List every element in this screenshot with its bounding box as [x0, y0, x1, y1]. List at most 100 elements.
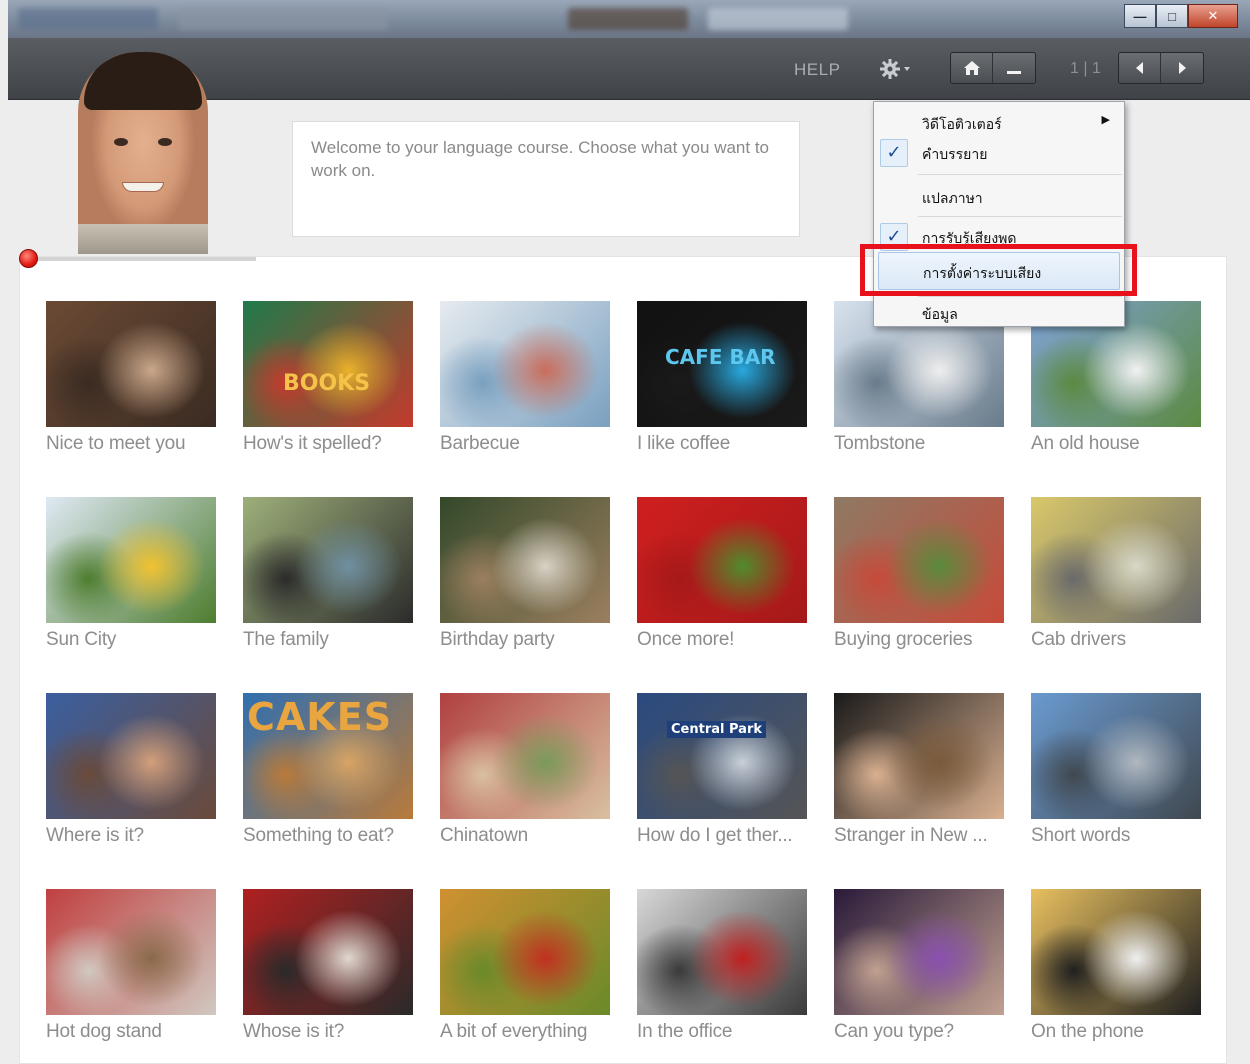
maximize-window-button[interactable]: □ [1156, 4, 1188, 28]
lesson-thumbnail[interactable] [46, 301, 216, 427]
lesson-thumbnail[interactable] [834, 497, 1004, 623]
lesson-tile[interactable]: On the phone [1031, 889, 1211, 1054]
lesson-title: Stranger in New ... [834, 825, 988, 846]
lesson-title: Birthday party [440, 629, 555, 650]
lesson-tile[interactable]: Once more! [637, 497, 817, 662]
progress-marker[interactable] [19, 249, 38, 268]
lesson-thumbnail[interactable] [46, 693, 216, 819]
lesson-title: Cab drivers [1031, 629, 1126, 650]
home-icon [963, 61, 980, 75]
lesson-tile[interactable]: Sun City [46, 497, 226, 662]
progress-track [22, 257, 256, 261]
help-link[interactable]: HELP [794, 60, 840, 80]
lesson-title: Can you type? [834, 1021, 954, 1042]
lesson-title: Tombstone [834, 433, 926, 454]
gear-icon [880, 59, 910, 79]
lesson-thumbnail[interactable] [243, 497, 413, 623]
lesson-tile[interactable]: In the office [637, 889, 817, 1054]
lesson-tile[interactable]: Barbecue [440, 301, 620, 466]
lesson-tile[interactable]: Where is it? [46, 693, 226, 858]
lesson-tile[interactable]: Chinatown [440, 693, 620, 858]
lesson-thumbnail[interactable] [834, 889, 1004, 1015]
thumbnail-sign-text: BOOKS [283, 371, 371, 396]
lesson-tile[interactable]: Central Park How do I get ther... [637, 693, 817, 858]
lesson-tile[interactable]: BOOKS How's it spelled? [243, 301, 423, 466]
lesson-title: On the phone [1031, 1021, 1144, 1042]
previous-button[interactable] [1119, 53, 1161, 83]
menu-item-translation[interactable]: แปลภาษา [874, 178, 1124, 216]
close-window-button[interactable]: ✕ [1188, 4, 1238, 28]
lesson-tile[interactable]: Birthday party [440, 497, 620, 662]
lesson-thumbnail[interactable]: CAFE BAR [637, 301, 807, 427]
lesson-thumbnail[interactable] [440, 693, 610, 819]
lesson-tile[interactable]: Stranger in New ... [834, 693, 1014, 858]
lesson-thumbnail[interactable]: Central Park [637, 693, 807, 819]
submenu-arrow-icon: ▶ [1101, 113, 1110, 126]
lesson-thumbnail[interactable] [1031, 889, 1201, 1015]
checkmark-icon: ✓ [880, 139, 908, 167]
page-indicator: 1 | 1 [1070, 60, 1101, 77]
lesson-title: How do I get ther... [637, 825, 793, 846]
lesson-title: Where is it? [46, 825, 144, 846]
lesson-title: Barbecue [440, 433, 520, 454]
window-titlebar: — □ ✕ [8, 0, 1250, 38]
lesson-tile[interactable]: Hot dog stand [46, 889, 226, 1054]
menu-item-label: คำบรรยาย [922, 147, 988, 163]
menu-item-label: ข้อมูล [922, 307, 958, 323]
menu-divider [918, 216, 1122, 217]
lesson-title: Hot dog stand [46, 1021, 162, 1042]
welcome-message: Welcome to your language course. Choose … [292, 121, 800, 237]
lesson-thumbnail[interactable]: CAKES [243, 693, 413, 819]
lesson-tile[interactable]: Nice to meet you [46, 301, 226, 466]
lesson-thumbnail[interactable] [440, 301, 610, 427]
lesson-title: The family [243, 629, 329, 650]
lesson-tile[interactable]: Short words [1031, 693, 1211, 858]
next-button[interactable] [1161, 53, 1203, 83]
thumbnail-sign-text: CAKES [247, 695, 393, 739]
settings-menu-button[interactable] [876, 55, 916, 83]
minimize-window-button[interactable]: — [1124, 4, 1156, 28]
menu-item-subtitles[interactable]: ✓ คำบรรยาย [874, 134, 1124, 172]
lesson-thumbnail[interactable] [637, 889, 807, 1015]
menu-item-label: วิดีโอติวเตอร์ [922, 117, 1002, 133]
lesson-thumbnail[interactable] [637, 497, 807, 623]
arrow-left-icon [1135, 62, 1143, 74]
lesson-title: Chinatown [440, 825, 528, 846]
lesson-title: A bit of everything [440, 1021, 588, 1042]
narrator-portrait [78, 52, 208, 254]
thumbnail-sign-text: CAFE BAR [665, 345, 776, 369]
lesson-title: An old house [1031, 433, 1140, 454]
lesson-tile[interactable]: CAKES Something to eat? [243, 693, 423, 858]
lesson-title: Something to eat? [243, 825, 394, 846]
lesson-tile[interactable]: Cab drivers [1031, 497, 1211, 662]
lesson-thumbnail[interactable] [440, 497, 610, 623]
home-button[interactable] [951, 53, 993, 83]
lesson-title: Sun City [46, 629, 117, 650]
annotation-highlight-box [860, 244, 1137, 296]
lesson-thumbnail[interactable] [834, 693, 1004, 819]
lesson-thumbnail[interactable] [1031, 693, 1201, 819]
lesson-title: I like coffee [637, 433, 731, 454]
arrow-right-icon [1179, 62, 1186, 74]
thumbnail-sign-text: Central Park [667, 721, 766, 738]
lesson-tile[interactable]: Buying groceries [834, 497, 1014, 662]
menu-item-info[interactable]: ข้อมูล [874, 294, 1124, 332]
lesson-thumbnail[interactable] [1031, 497, 1201, 623]
lesson-thumbnail[interactable] [243, 889, 413, 1015]
lesson-title: Nice to meet you [46, 433, 186, 454]
lesson-title: Once more! [637, 629, 735, 650]
lesson-tile[interactable]: Can you type? [834, 889, 1014, 1054]
lesson-title: In the office [637, 1021, 733, 1042]
lesson-thumbnail[interactable] [46, 889, 216, 1015]
lesson-thumbnail[interactable]: BOOKS [243, 301, 413, 427]
lesson-tile[interactable]: The family [243, 497, 423, 662]
lesson-thumbnail[interactable] [46, 497, 216, 623]
lesson-thumbnail[interactable] [440, 889, 610, 1015]
minimize-view-button[interactable] [993, 53, 1035, 83]
lesson-grid: Nice to meet you BOOKS How's it spelled? Ba… [19, 256, 1227, 1064]
lesson-tile[interactable]: CAFE BAR I like coffee [637, 301, 817, 466]
dash-icon [1007, 71, 1021, 74]
lesson-tile[interactable]: A bit of everything [440, 889, 620, 1054]
lesson-tile[interactable]: Whose is it? [243, 889, 423, 1054]
menu-item-label: แปลภาษา [922, 191, 983, 207]
